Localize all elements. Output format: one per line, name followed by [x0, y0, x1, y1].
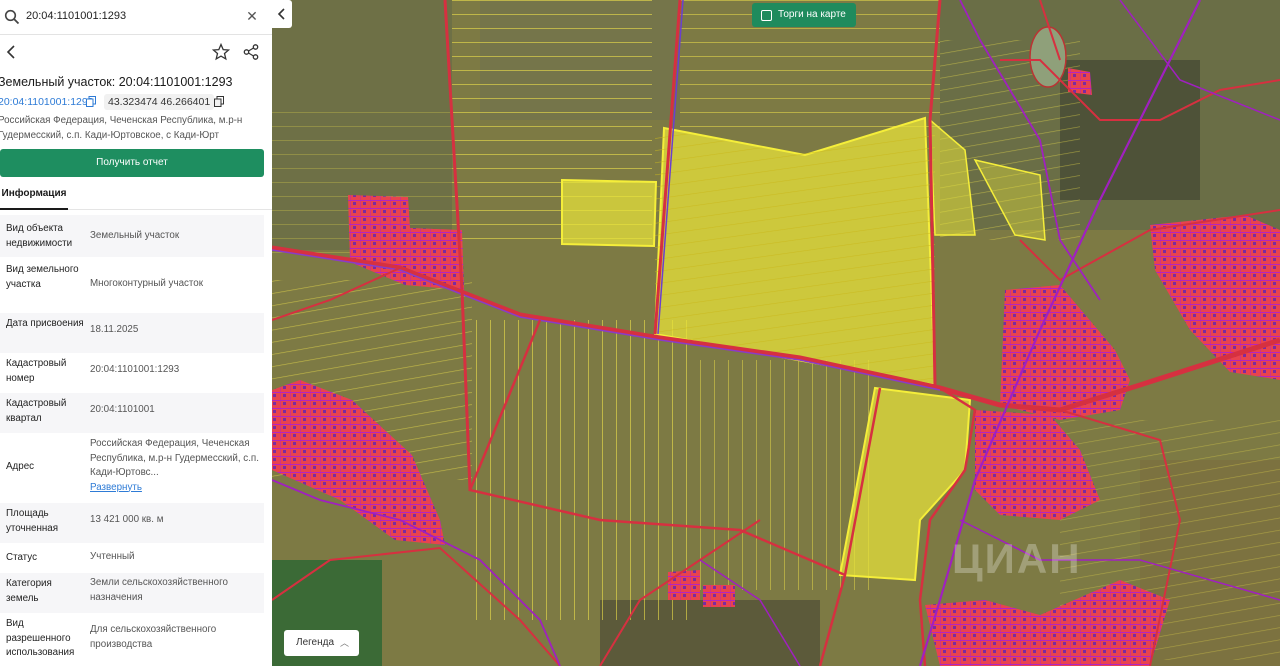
- info-value: 18.11.2025: [90, 324, 139, 335]
- info-row: Вид объекта недвижимости Земельный участ…: [0, 215, 264, 257]
- expand-link[interactable]: Развернуть: [90, 481, 262, 496]
- panel-toolbar: [0, 40, 272, 64]
- copy-icon[interactable]: [86, 96, 96, 107]
- address-line-2: Гудермесский, с.п. Кади-Юртовское, с Кад…: [0, 129, 219, 141]
- collapse-panel-button[interactable]: [272, 0, 292, 28]
- get-report-button[interactable]: Получить отчет: [0, 149, 264, 177]
- info-label: Площадь уточненная: [6, 508, 59, 534]
- star-icon[interactable]: [212, 43, 230, 61]
- info-row: Кадастровый квартал 20:04:1101001: [0, 393, 264, 433]
- info-table: Вид объекта недвижимости Земельный участ…: [0, 215, 264, 666]
- back-arrow-icon[interactable]: [4, 43, 20, 61]
- share-icon[interactable]: [242, 43, 260, 61]
- info-value: Земельный участок: [90, 230, 180, 241]
- address-line-1: Российская Федерация, Чеченская Республи…: [0, 115, 243, 126]
- map-canvas[interactable]: ЦИАН: [272, 0, 1280, 666]
- legend-label: Легенда: [296, 637, 335, 648]
- info-value: 20:04:1101001: [90, 404, 155, 415]
- info-row: Площадь уточненная 13 421 000 кв. м: [0, 503, 264, 543]
- info-label: Статус: [6, 552, 37, 563]
- coordinates-text: 43.323474 46.266401: [108, 96, 211, 108]
- info-value: Учтенный: [90, 551, 135, 562]
- search-input[interactable]: 20:04:1101001:1293: [26, 10, 126, 22]
- chevron-up-icon: ︿: [340, 638, 350, 648]
- info-row: Статус Учтенный: [0, 543, 264, 573]
- copy-coords-icon[interactable]: [214, 96, 224, 107]
- info-value: Земли сельскохозяйственного назначения: [90, 577, 228, 603]
- chevron-left-icon: [277, 8, 285, 20]
- info-label: Адрес: [6, 461, 35, 472]
- info-label: Вид объекта недвижимости: [6, 223, 73, 249]
- info-value: Многоконтурный участок: [90, 278, 204, 289]
- info-row: Кадастровый номер 20:04:1101001:1293: [0, 353, 264, 393]
- auction-toggle[interactable]: Торги на карте: [752, 3, 856, 27]
- info-value: Для сельскохозяйственного производства: [90, 624, 217, 650]
- info-label: Вид разрешенного использования: [6, 618, 75, 658]
- info-row: Вид разрешенного использования Для сельс…: [0, 613, 264, 666]
- object-title: Земельный участок: 20:04:1101001:1293: [0, 75, 233, 89]
- info-label: Дата присвоения: [6, 318, 84, 329]
- info-value: 13 421 000 кв. м: [90, 514, 164, 525]
- object-address: Российская Федерация, Чеченская Республи…: [0, 114, 272, 143]
- coordinates-chip[interactable]: 43.323474 46.266401: [104, 94, 215, 110]
- address-value: Российская Федерация, Чеченская Республи…: [90, 438, 259, 478]
- cadastral-link[interactable]: 20:04:1101001:1293: [0, 96, 94, 108]
- satellite-map[interactable]: [272, 0, 1280, 666]
- checkbox-icon[interactable]: [761, 10, 772, 21]
- info-label: Кадастровый квартал: [6, 398, 67, 424]
- info-value: 20:04:1101001:1293: [90, 364, 180, 375]
- info-panel: 20:04:1101001:1293 ✕ Земельный участок: …: [0, 0, 272, 666]
- info-row: Вид земельного участка Многоконтурный уч…: [0, 257, 264, 313]
- close-icon[interactable]: ✕: [246, 9, 258, 23]
- search-icon: [4, 9, 20, 25]
- info-row: Дата присвоения 18.11.2025: [0, 313, 264, 353]
- info-row: Категория земель Земли сельскохозяйствен…: [0, 573, 264, 613]
- info-label: Вид земельного участка: [6, 264, 79, 290]
- info-label: Категория земель: [6, 578, 52, 604]
- selected-parcel[interactable]: [561, 178, 658, 248]
- info-row: Адрес Российская Федерация, Чеченская Ре…: [0, 433, 264, 503]
- watermark: ЦИАН: [952, 535, 1082, 582]
- legend-button[interactable]: Легенда ︿: [284, 630, 359, 656]
- tab-information[interactable]: Информация: [0, 181, 68, 210]
- info-label: Кадастровый номер: [6, 358, 67, 384]
- search-bar[interactable]: 20:04:1101001:1293 ✕: [0, 0, 272, 35]
- auction-toggle-label: Торги на карте: [778, 9, 846, 20]
- tab-bar: Информация: [0, 181, 272, 210]
- info-value: Российская Федерация, Чеченская Республи…: [90, 437, 262, 495]
